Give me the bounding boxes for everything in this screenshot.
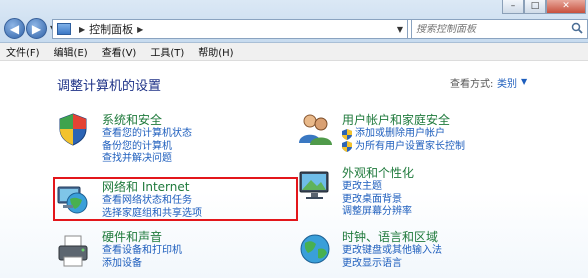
uac-shield-icon: [342, 128, 352, 140]
category-user-accounts: 用户帐户和家庭安全 添加或删除用户帐户 为所有用户设置家长控制: [342, 113, 465, 153]
menu-bar: 文件(F) 编辑(E) 查看(V) 工具(T) 帮助(H): [0, 43, 588, 61]
link-change-theme[interactable]: 更改主题: [342, 181, 414, 194]
link-label[interactable]: 添加或删除用户帐户: [355, 128, 445, 141]
chevron-down-icon[interactable]: ▼: [521, 77, 527, 86]
users-icon[interactable]: [297, 111, 333, 147]
category-title[interactable]: 用户帐户和家庭安全: [342, 113, 465, 128]
category-title[interactable]: 时钟、语言和区域: [342, 230, 442, 245]
control-panel-icon: [57, 23, 71, 35]
link-label[interactable]: 为所有用户设置家长控制: [355, 141, 465, 154]
shield-flag-icon[interactable]: [55, 111, 91, 147]
address-dropdown-icon[interactable]: ▼: [397, 25, 403, 34]
window-chrome: – □ ✕ ◀ ▶ ▼ ▶ 控制面板 ▶ ▼ ⟳: [0, 0, 588, 43]
link-devices-printers[interactable]: 查看设备和打印机: [102, 245, 182, 258]
search-box[interactable]: [411, 19, 588, 39]
window-controls: – □ ✕: [502, 0, 586, 14]
link-display-language[interactable]: 更改显示语言: [342, 258, 442, 271]
search-icon[interactable]: [571, 22, 583, 34]
category-title[interactable]: 硬件和声音: [102, 230, 182, 245]
category-clock-language-region: 时钟、语言和区域 更改键盘或其他输入法 更改显示语言: [342, 230, 442, 270]
menu-edit[interactable]: 编辑(E): [54, 44, 88, 59]
category-appearance: 外观和个性化 更改主题 更改桌面背景 调整屏幕分辨率: [342, 166, 414, 219]
link-keyboard-input[interactable]: 更改键盘或其他输入法: [342, 245, 442, 258]
link-add-remove-accounts[interactable]: 添加或删除用户帐户: [342, 128, 465, 141]
forward-button[interactable]: ▶: [26, 18, 47, 39]
category-system-security: 系统和安全 查看您的计算机状态 备份您的计算机 查找并解决问题: [102, 113, 192, 166]
breadcrumb-control-panel[interactable]: 控制面板: [89, 21, 133, 37]
link-troubleshoot[interactable]: 查找并解决问题: [102, 153, 192, 166]
monitor-icon[interactable]: [297, 167, 333, 203]
minimize-button[interactable]: –: [502, 0, 524, 14]
close-button[interactable]: ✕: [546, 0, 586, 14]
navigation-buttons: ◀ ▶ ▼: [4, 18, 56, 39]
view-by-dropdown[interactable]: 类别: [497, 75, 517, 90]
category-title[interactable]: 系统和安全: [102, 113, 192, 128]
forward-arrow-icon: ▶: [31, 21, 42, 36]
view-by-label: 查看方式:: [450, 79, 494, 90]
link-desktop-background[interactable]: 更改桌面背景: [342, 194, 414, 207]
menu-view[interactable]: 查看(V): [102, 44, 137, 59]
uac-shield-icon: [342, 141, 352, 153]
control-panel-content: 调整计算机的设置 查看方式: 类别 ▼ 系统和安全 查看您的计算机状态 备份您的…: [0, 61, 588, 278]
breadcrumb-separator-icon[interactable]: ▶: [137, 25, 143, 34]
menu-file[interactable]: 文件(F): [6, 44, 40, 59]
category-hardware-sound: 硬件和声音 查看设备和打印机 添加设备: [102, 230, 182, 270]
printer-icon[interactable]: [55, 233, 91, 269]
menu-help[interactable]: 帮助(H): [198, 44, 233, 59]
highlight-box: [53, 177, 298, 221]
back-button[interactable]: ◀: [4, 18, 25, 39]
search-input[interactable]: [416, 23, 566, 35]
link-backup-computer[interactable]: 备份您的计算机: [102, 141, 192, 154]
menu-tools[interactable]: 工具(T): [150, 44, 184, 59]
link-add-device[interactable]: 添加设备: [102, 258, 182, 271]
back-arrow-icon: ◀: [9, 21, 20, 36]
link-screen-resolution[interactable]: 调整屏幕分辨率: [342, 206, 414, 219]
category-title[interactable]: 外观和个性化: [342, 166, 414, 181]
breadcrumb-separator-icon[interactable]: ▶: [79, 25, 85, 34]
page-title: 调整计算机的设置: [57, 79, 162, 94]
address-bar[interactable]: ▶ 控制面板 ▶ ▼: [52, 19, 408, 39]
link-view-computer-status[interactable]: 查看您的计算机状态: [102, 128, 192, 141]
maximize-button[interactable]: □: [524, 0, 546, 14]
link-parental-controls[interactable]: 为所有用户设置家长控制: [342, 141, 465, 154]
globe-clock-icon[interactable]: [297, 231, 333, 267]
